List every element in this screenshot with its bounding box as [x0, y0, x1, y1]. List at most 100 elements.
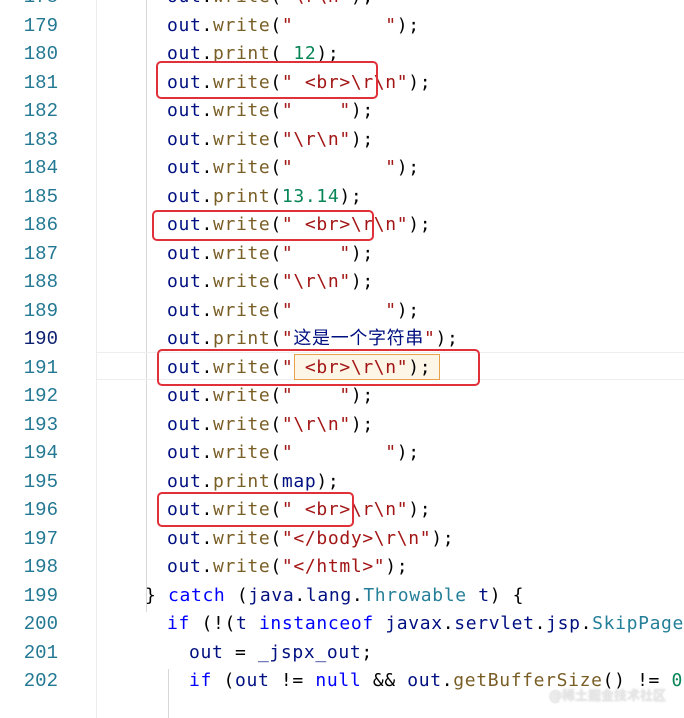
annotation-box-line-180	[156, 61, 378, 99]
code-line[interactable]: 188 out.write("\r\n");	[0, 268, 684, 297]
code-token: out	[167, 299, 202, 321]
code-token: out	[167, 242, 202, 264]
annotation-box-line-195	[157, 492, 354, 527]
line-number: 187	[23, 242, 58, 265]
line-number: 179	[23, 14, 58, 37]
code-token: );	[350, 100, 374, 121]
code-token: out	[167, 100, 202, 121]
code-token: );	[385, 556, 409, 577]
code-token: servlet	[454, 613, 535, 634]
code-line[interactable]: 198 out.write("</html>");	[0, 553, 684, 582]
code-token: out	[167, 14, 202, 36]
line-number: 178	[0, 0, 58, 12]
code-token: .	[201, 100, 213, 121]
code-token: );	[396, 157, 420, 178]
code-line[interactable]: 194 out.write(" ");	[0, 439, 684, 468]
code-line[interactable]: 178 out.write("\r\n");	[0, 0, 684, 12]
code-line[interactable]: 193 out.write("\r\n");	[0, 411, 684, 440]
line-number: 197	[23, 527, 58, 550]
code-token: out	[167, 128, 202, 150]
code-line[interactable]: 185 out.print(13.14);	[0, 183, 684, 212]
code-token: " "	[281, 14, 397, 36]
code-token: .	[351, 584, 364, 606]
code-line[interactable]: 183 out.write("\r\n");	[0, 126, 684, 155]
line-number: 201	[23, 641, 58, 664]
code-text: out.write(" ");	[167, 297, 420, 326]
line-number: 198	[23, 556, 58, 578]
code-line[interactable]: 189 out.write(" ");	[0, 297, 684, 326]
code-token: );	[339, 185, 363, 207]
code-line[interactable]: 192 out.write(" ");	[0, 382, 684, 411]
code-token: out	[189, 641, 224, 663]
code-token: !=	[269, 670, 316, 691]
code-token: out	[167, 442, 202, 463]
code-text: out.write(" ");	[167, 382, 374, 411]
code-token: .	[441, 670, 454, 691]
code-token: write	[212, 100, 271, 121]
code-token: (	[211, 670, 235, 691]
code-token: .	[201, 157, 213, 178]
code-token: null	[315, 670, 362, 691]
code-token: write	[212, 442, 271, 463]
code-token: );	[396, 442, 420, 463]
code-token: out	[167, 328, 202, 349]
line-number: 184	[23, 157, 58, 179]
line-number: 202	[23, 670, 58, 692]
line-number: 181	[23, 71, 58, 94]
code-token: (	[270, 556, 282, 577]
code-text: out = _jspx_out;	[189, 639, 373, 668]
code-token: .	[294, 584, 306, 606]
code-token: write	[212, 556, 271, 577]
code-token: (	[225, 584, 249, 606]
code-token: "\r\n"	[282, 0, 351, 7]
code-token: write	[213, 0, 270, 7]
code-line[interactable]: 197 out.write("</body>\r\n");	[0, 525, 684, 554]
code-token: ;	[361, 641, 373, 663]
annotation-box-line-190	[157, 349, 480, 386]
code-text: out.write("\r\n");	[167, 411, 374, 440]
code-line[interactable]: 199} catch (java.lang.Throwable t) {	[0, 582, 684, 611]
code-line[interactable]: 187 out.write(" ");	[0, 240, 684, 269]
code-token: "</html>"	[281, 556, 386, 577]
code-line[interactable]: 179 out.write(" ");	[0, 12, 684, 41]
code-token: .	[201, 299, 213, 321]
code-line[interactable]: 200 if (!(t instanceof javax.servlet.jsp.…	[0, 610, 684, 639]
code-token: 0	[671, 670, 684, 691]
code-token: );	[431, 527, 455, 549]
code-token: if	[167, 613, 190, 634]
code-text: out.write("\r\n");	[167, 126, 374, 155]
code-token: "</body>\r\n"	[281, 527, 432, 549]
code-token: catch	[167, 584, 226, 606]
line-number: 192	[23, 385, 58, 407]
code-token: out	[167, 527, 202, 549]
code-token: );	[396, 14, 420, 36]
line-number: 191	[23, 356, 58, 379]
code-token: (	[270, 14, 282, 36]
code-token: write	[212, 128, 271, 150]
code-token: out	[167, 0, 201, 7]
code-token: (	[270, 100, 282, 121]
code-token: .	[201, 14, 213, 36]
code-token: " "	[281, 299, 397, 321]
code-text: out.write(" ");	[167, 240, 374, 269]
code-token: out	[167, 556, 202, 577]
code-token: .	[201, 185, 213, 207]
code-token: &&	[361, 670, 408, 691]
code-editor[interactable]: 178out.write("\r\n");179out.write(" ");1…	[0, 0, 684, 718]
line-number: 193	[23, 413, 58, 436]
line-number: 186	[23, 214, 58, 236]
code-token: SkipPageException	[592, 613, 684, 634]
code-line[interactable]: 184 out.write(" ");	[0, 154, 684, 183]
code-token: print	[212, 470, 271, 492]
code-token: .	[201, 470, 213, 492]
line-number: 200	[23, 613, 58, 635]
code-token: );	[350, 271, 374, 292]
code-line[interactable]: 201 out = _jspx_out;	[0, 639, 684, 668]
code-line[interactable]: 182 out.write(" ");	[0, 97, 684, 126]
code-token: );	[350, 128, 374, 150]
code-token: );	[408, 214, 432, 235]
line-number: 180	[23, 43, 58, 65]
code-token: );	[350, 385, 374, 406]
code-text: out.write(" ");	[167, 12, 420, 41]
code-text: out.print(13.14);	[167, 183, 362, 212]
